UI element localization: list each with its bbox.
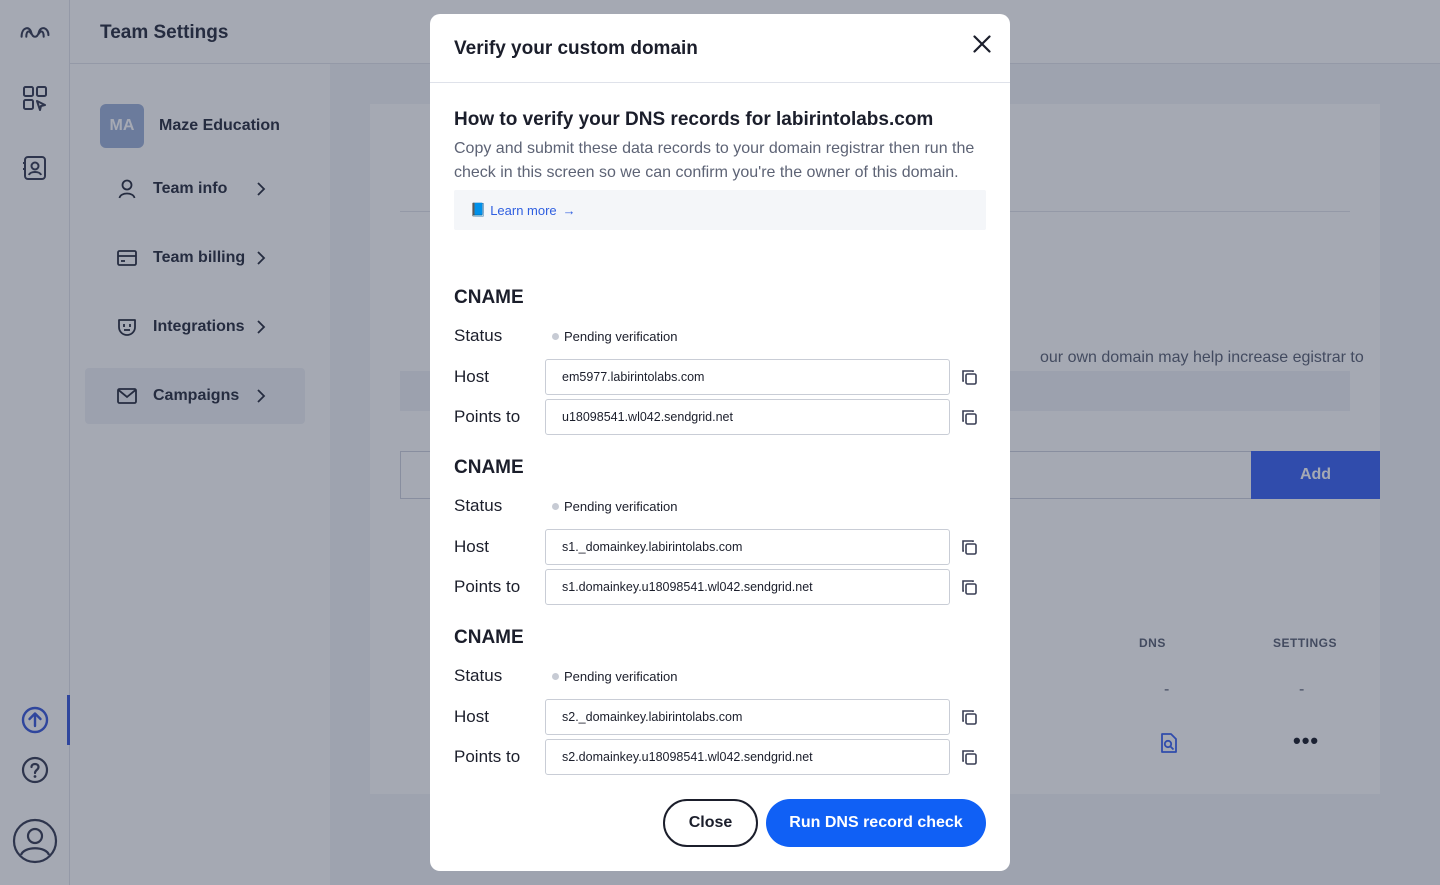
status-label: Status (454, 666, 503, 685)
status-badge: Pending verification (552, 499, 677, 514)
dns-heading: How to verify your DNS records for labir… (454, 109, 934, 130)
status-badge: Pending verification (552, 329, 677, 344)
host-row: Host em5977.labirintolabs.com (454, 359, 986, 395)
points-to-field[interactable]: s2.domainkey.u18098541.wl042.sendgrid.ne… (545, 739, 950, 775)
record-type: CNAME (454, 457, 524, 478)
status-row: Status Pending verification (454, 488, 986, 524)
copy-icon[interactable] (959, 537, 979, 557)
host-field[interactable]: em5977.labirintolabs.com (545, 359, 950, 395)
modal-intro: How to verify your DNS records for labir… (454, 109, 986, 230)
dns-record: CNAME Status Pending verification Host s… (454, 457, 986, 605)
record-type: CNAME (454, 287, 524, 308)
status-text: Pending verification (564, 668, 678, 684)
run-dns-check-button[interactable]: Run DNS record check (766, 799, 986, 847)
pending-dot-icon (552, 502, 559, 510)
record-type: CNAME (454, 627, 524, 648)
host-field[interactable]: s2._domainkey.labirintolabs.com (545, 699, 950, 735)
points-to-label: Points to (454, 747, 521, 766)
status-label: Status (454, 326, 503, 345)
status-badge: Pending verification (552, 669, 677, 684)
verify-domain-modal: Verify your custom domain How to verify … (430, 14, 1010, 871)
status-text: Pending verification (564, 328, 678, 344)
status-label: Status (454, 496, 503, 515)
copy-icon[interactable] (959, 367, 979, 387)
host-label: Host (454, 707, 489, 726)
copy-icon[interactable] (959, 407, 979, 427)
copy-icon[interactable] (959, 577, 979, 597)
status-row: Status Pending verification (454, 658, 986, 694)
points-to-row: Points to s1.domainkey.u18098541.wl042.s… (454, 569, 986, 605)
arrow-right-icon: → (562, 202, 576, 218)
close-button[interactable]: Close (663, 799, 758, 847)
dns-instructions: Copy and submit these data records to yo… (454, 140, 975, 181)
points-to-label: Points to (454, 577, 521, 596)
copy-icon[interactable] (959, 747, 979, 767)
status-text: Pending verification (564, 498, 678, 514)
host-row: Host s2._domainkey.labirintolabs.com (454, 699, 986, 735)
host-label: Host (454, 537, 489, 556)
close-icon[interactable] (968, 30, 996, 58)
dns-record: CNAME Status Pending verification Host e… (454, 287, 986, 435)
host-row: Host s1._domainkey.labirintolabs.com (454, 529, 986, 565)
host-label: Host (454, 367, 489, 386)
book-icon: 📘 (470, 202, 487, 217)
points-to-label: Points to (454, 407, 521, 426)
modal-title: Verify your custom domain (454, 38, 698, 59)
points-to-field[interactable]: u18098541.wl042.sendgrid.net (545, 399, 950, 435)
pending-dot-icon (552, 332, 559, 340)
host-field[interactable]: s1._domainkey.labirintolabs.com (545, 529, 950, 565)
status-row: Status Pending verification (454, 318, 986, 354)
copy-icon[interactable] (959, 707, 979, 727)
points-to-row: Points to u18098541.wl042.sendgrid.net (454, 399, 986, 435)
points-to-field[interactable]: s1.domainkey.u18098541.wl042.sendgrid.ne… (545, 569, 950, 605)
points-to-row: Points to s2.domainkey.u18098541.wl042.s… (454, 739, 986, 775)
learn-more-box: 📘 Learn more → (454, 190, 986, 230)
modal-header: Verify your custom domain (430, 14, 1010, 83)
dns-record: CNAME Status Pending verification Host s… (454, 627, 986, 775)
learn-more-link[interactable]: Learn more (490, 203, 556, 218)
pending-dot-icon (552, 672, 559, 680)
